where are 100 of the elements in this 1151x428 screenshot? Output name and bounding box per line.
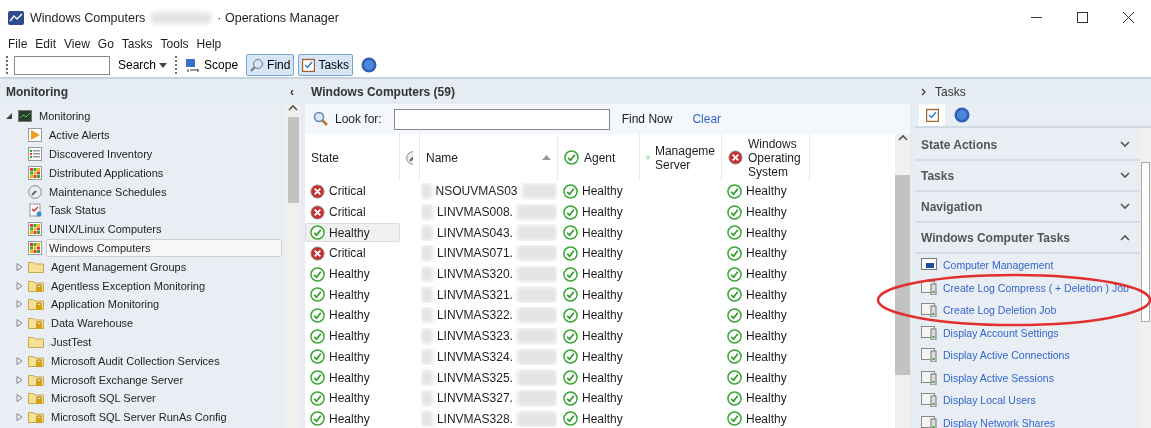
maximize-icon	[1076, 12, 1088, 23]
expand-arrow-icon[interactable]	[15, 375, 23, 384]
tree-item[interactable]: Active Alerts	[46, 126, 113, 145]
tree-item[interactable]: Data Warehouse	[48, 314, 137, 333]
pane-title: Tasks	[935, 84, 966, 99]
scrollbar-thumb[interactable]	[895, 175, 910, 375]
column-header[interactable]: Agent	[558, 134, 640, 181]
task-link[interactable]: Create Log Deletion Job	[943, 304, 1057, 317]
scrollbar-thumb[interactable]	[287, 117, 299, 203]
column-header[interactable]: Windows Operating System	[722, 134, 810, 181]
look-for-field[interactable]	[393, 108, 610, 130]
expand-arrow-icon[interactable]	[15, 413, 23, 422]
tree-item[interactable]: Distributed Applications	[46, 163, 167, 182]
caret-icon	[159, 62, 168, 68]
script-icon	[921, 370, 937, 385]
scrollbar-thumb[interactable]	[1141, 162, 1150, 322]
tree-item[interactable]: Microsoft Audit Collection Services	[48, 351, 223, 370]
tree-item[interactable]: UNIX/Linux Computers	[46, 220, 165, 239]
column-header[interactable]: State	[305, 134, 400, 181]
column-header[interactable]: Manageme Server	[640, 134, 722, 181]
close-icon	[1122, 12, 1134, 23]
find-button[interactable]: Find	[246, 54, 295, 76]
redaction	[516, 410, 557, 427]
task-link[interactable]: Display Active Connections	[943, 349, 1070, 362]
clear-link[interactable]: Clear	[692, 112, 722, 126]
tree-item[interactable]: Maintenance Schedules	[46, 182, 170, 201]
scrollbar[interactable]	[1140, 128, 1151, 428]
redaction	[516, 348, 557, 365]
pane-tab[interactable]	[919, 104, 945, 126]
table-cell: Healthy	[558, 326, 640, 346]
task-link[interactable]: Computer Management	[943, 259, 1054, 272]
expand-arrow-icon[interactable]	[15, 300, 23, 309]
table-cell: Healthy	[558, 243, 640, 263]
table-cell: LINVMAS043.	[436, 225, 513, 240]
column-title: Manageme Server	[654, 143, 715, 172]
table-cell: LINVMAS322.	[436, 308, 513, 323]
expand-arrow-icon[interactable]	[15, 356, 23, 365]
table-cell: LINVMAS071.	[436, 246, 513, 261]
tree-item[interactable]: Agent Management Groups	[48, 257, 190, 276]
tree-item[interactable]: Microsoft Exchange Server	[48, 370, 187, 389]
scope-button[interactable]: Scope	[181, 54, 243, 76]
table-cell: LINVMAS325.	[436, 370, 513, 385]
tree-item[interactable]: Monitoring	[36, 107, 94, 126]
monitor-icon	[18, 110, 32, 123]
expand-pane-icon[interactable]	[921, 87, 927, 96]
menu-item[interactable]: Go	[93, 37, 118, 51]
table-cell: Healthy	[558, 202, 640, 222]
scrollbar[interactable]	[286, 104, 300, 428]
table-cell: Healthy	[722, 202, 810, 222]
menu-item[interactable]: Edit	[31, 37, 61, 51]
redaction	[516, 204, 557, 221]
column-header[interactable]: Name	[420, 134, 558, 181]
list-icon	[28, 147, 42, 161]
tasks-button[interactable]: Tasks	[298, 54, 354, 76]
expand-arrow-icon[interactable]	[15, 262, 23, 271]
tree-item[interactable]: Microsoft SQL Server RunAs Config	[48, 408, 230, 427]
menu-item[interactable]: Tasks	[117, 37, 157, 51]
menu-item[interactable]: Help	[192, 37, 226, 51]
table-cell: Healthy	[722, 368, 810, 388]
expand-arrow-icon[interactable]	[15, 281, 23, 290]
redaction	[516, 286, 557, 303]
redaction	[516, 224, 557, 241]
redaction	[516, 266, 557, 283]
expand-arrow-icon[interactable]	[15, 319, 23, 328]
menu-item[interactable]: View	[60, 37, 94, 51]
collapse-button[interactable]: ‹	[290, 84, 294, 99]
find-now-link[interactable]: Find Now	[621, 112, 673, 126]
search-field[interactable]	[14, 55, 110, 75]
tree-item[interactable]: Application Monitoring	[48, 295, 163, 314]
critical-icon	[310, 245, 325, 261]
scrollbar[interactable]	[895, 134, 910, 428]
menu-item[interactable]: File	[4, 37, 32, 51]
tree-item[interactable]: Windows Computers	[46, 238, 282, 257]
search-button[interactable]: Search	[114, 54, 172, 76]
menu-item[interactable]: Tools	[156, 37, 193, 51]
table-cell: Critical	[305, 202, 400, 222]
redaction	[521, 183, 557, 200]
expand-arrow-icon[interactable]	[15, 394, 23, 403]
expand-icon	[1120, 203, 1130, 210]
window-title: · Operations Manager	[217, 10, 339, 25]
scroll-up-icon	[288, 104, 298, 111]
tree-item[interactable]: Microsoft SQL Server	[48, 389, 159, 408]
collapse-arrow-icon[interactable]	[5, 112, 13, 121]
table-cell: Healthy	[558, 409, 640, 428]
task-link[interactable]: Display Network Shares	[943, 416, 1056, 428]
redaction	[516, 307, 557, 324]
redaction	[516, 328, 557, 345]
help-icon	[954, 107, 970, 123]
locked-folder-icon	[28, 278, 44, 293]
locked-folder-icon	[28, 391, 44, 406]
task-link[interactable]: Display Local Users	[943, 394, 1036, 407]
tree-item[interactable]: Agentless Exception Monitoring	[48, 276, 209, 295]
task-link[interactable]: Display Active Sessions	[943, 371, 1054, 384]
table-cell: LINVMAS320.	[436, 267, 513, 282]
task-link[interactable]: Display Account Settings	[943, 326, 1059, 339]
tree-item[interactable]: Task Status	[46, 201, 109, 220]
expand-icon	[1120, 172, 1130, 179]
tree-item[interactable]: JustTest	[48, 332, 95, 351]
tree-item[interactable]: Discovered Inventory	[46, 145, 156, 163]
table-cell: LINVMAS324.	[436, 349, 513, 364]
